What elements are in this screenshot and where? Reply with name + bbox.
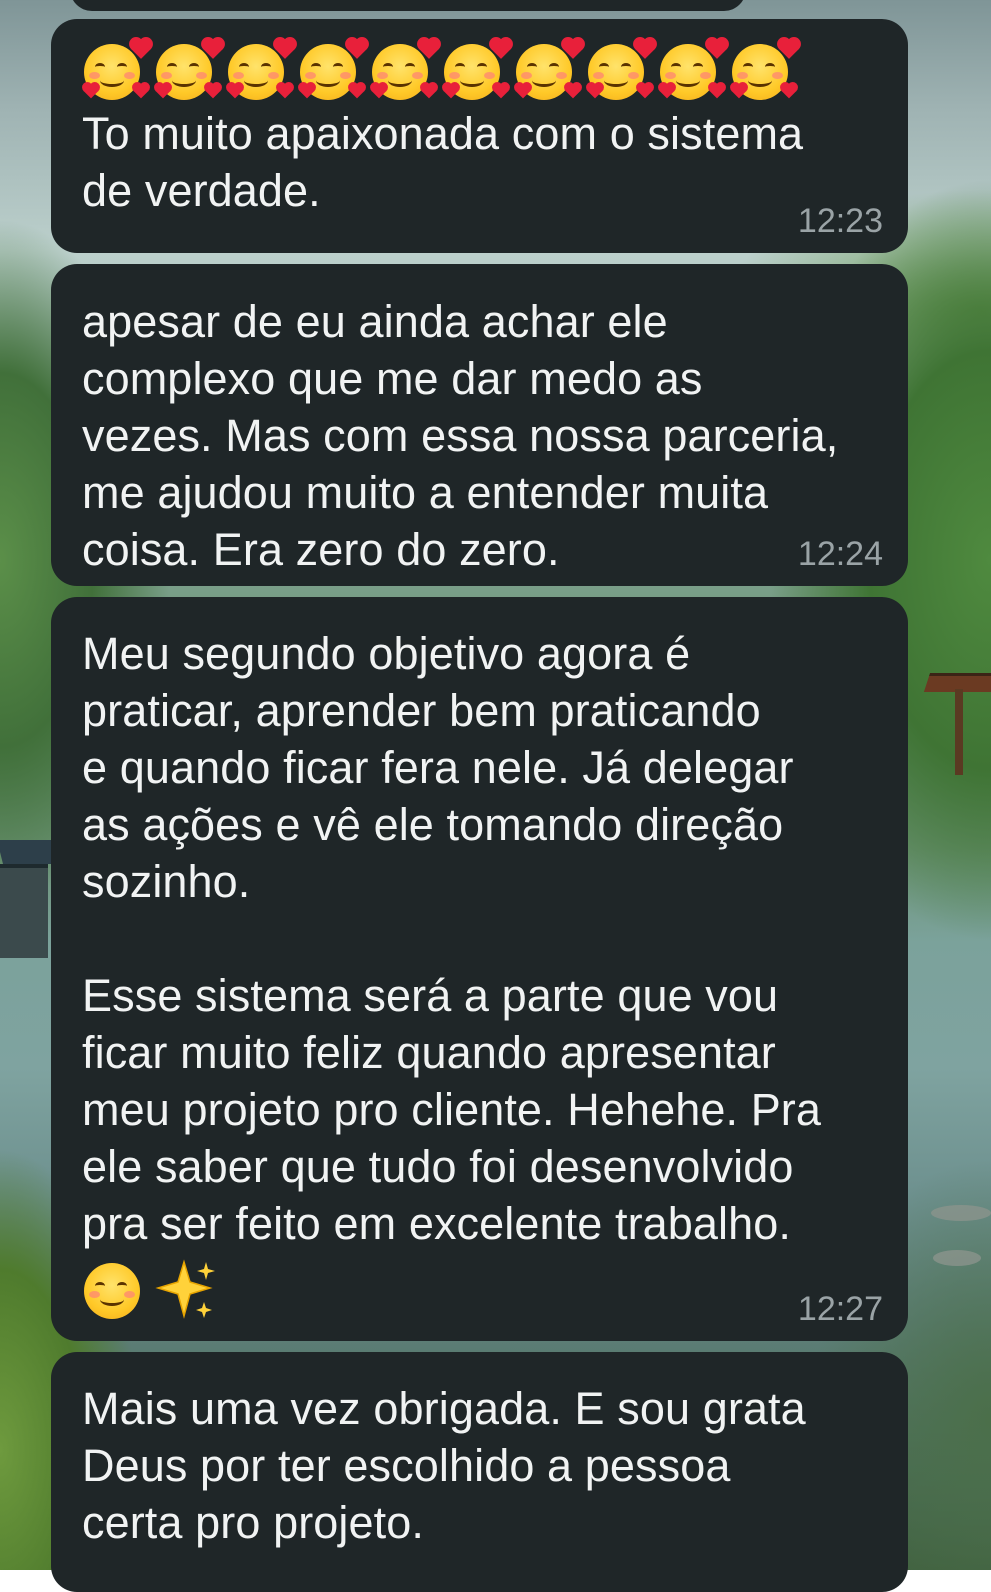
smiling-face-icon xyxy=(82,1259,144,1321)
smiling-face-with-hearts-icon xyxy=(442,38,511,102)
message-bubble[interactable]: apesar de eu ainda achar ele complexo qu… xyxy=(51,264,908,586)
message-text: To muito apaixonada com o sistema de ver… xyxy=(82,108,804,216)
smiling-face-with-hearts-icon xyxy=(370,38,439,102)
smiling-face-with-hearts-icon xyxy=(154,38,223,102)
smiling-face-with-hearts-icon xyxy=(586,38,655,102)
message-text: Meu segundo objetivo agora é praticar, a… xyxy=(82,628,822,1249)
smiling-face-with-hearts-icon xyxy=(82,38,151,102)
message-timestamp: 12:23 xyxy=(797,202,883,240)
smiling-face-with-hearts-icon xyxy=(730,38,799,102)
message-text: Mais uma vez obrigada. E sou grata Deus … xyxy=(82,1383,806,1548)
message-timestamp: 12:24 xyxy=(797,535,883,573)
emoji-row xyxy=(82,31,878,103)
sparkles-icon xyxy=(154,1258,218,1322)
smiling-face-with-hearts-icon xyxy=(658,38,727,102)
smiling-face-with-hearts-icon xyxy=(226,38,295,102)
message-bubble-previous xyxy=(70,0,746,11)
message-bubble[interactable]: To muito apaixonada com o sistema de ver… xyxy=(51,19,908,253)
smiling-face-with-hearts-icon xyxy=(298,38,367,102)
message-timestamp: 12:27 xyxy=(797,1290,883,1328)
smiling-face-with-hearts-icon xyxy=(514,38,583,102)
emoji-row xyxy=(82,1258,878,1332)
message-text: apesar de eu ainda achar ele complexo qu… xyxy=(82,296,839,575)
chat-message-list[interactable]: To muito apaixonada com o sistema de ver… xyxy=(0,0,991,1592)
message-bubble[interactable]: Mais uma vez obrigada. E sou grata Deus … xyxy=(51,1352,908,1592)
message-bubble[interactable]: Meu segundo objetivo agora é praticar, a… xyxy=(51,597,908,1341)
